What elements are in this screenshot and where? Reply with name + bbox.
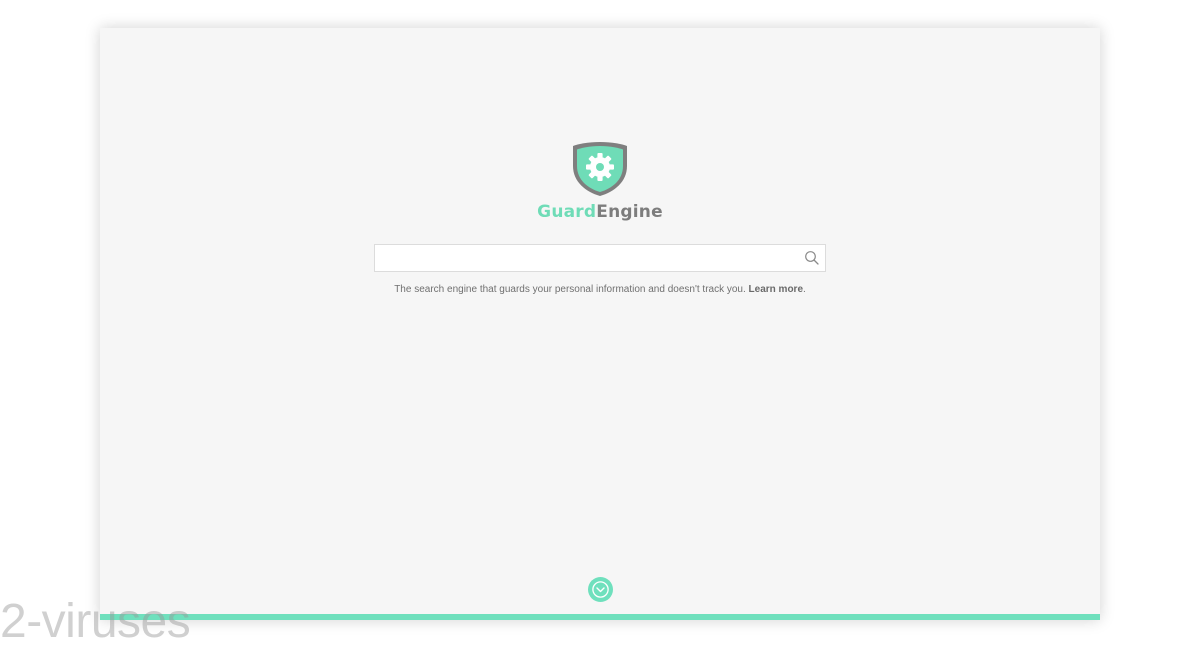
brand-name-engine: Engine [596, 202, 663, 222]
search-icon[interactable] [803, 249, 821, 267]
search-input[interactable] [375, 245, 795, 271]
main-page-card: GuardEngine The search engine that guard… [100, 28, 1100, 620]
watermark: 2-viruses [0, 595, 191, 648]
shield-gear-logo-icon [573, 142, 627, 196]
accent-bar [100, 614, 1100, 620]
scroll-down-button[interactable] [588, 577, 613, 602]
tagline-text: The search engine that guards your perso… [394, 284, 749, 295]
chevron-down-circle-icon [592, 581, 609, 598]
brand-name-guard: Guard [537, 202, 597, 222]
learn-more-link[interactable]: Learn more [749, 284, 803, 295]
logo: GuardEngine [100, 140, 1100, 222]
search-box [374, 244, 826, 272]
tagline: The search engine that guards your perso… [100, 284, 1100, 295]
brand-name: GuardEngine [100, 202, 1100, 222]
tagline-suffix: . [803, 284, 806, 295]
